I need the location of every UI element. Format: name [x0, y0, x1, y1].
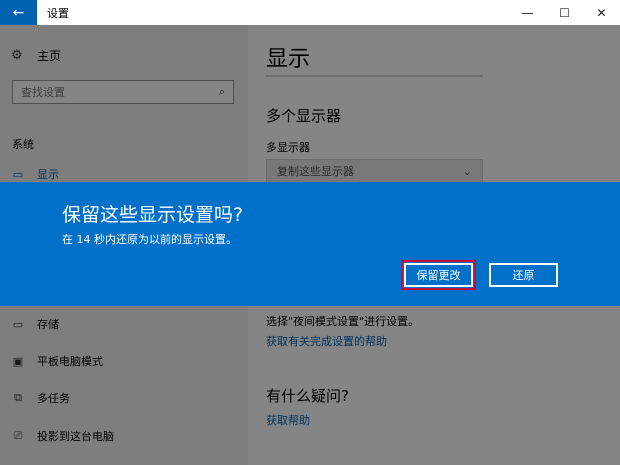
close-icon: ✕: [596, 5, 607, 20]
window-title: 设置: [47, 6, 69, 20]
maximize-icon: ☐: [559, 5, 570, 20]
arrow-left-icon: ←: [12, 4, 25, 21]
title-bar: ← 设置 — ☐ ✕: [0, 0, 620, 25]
minimize-button[interactable]: —: [509, 0, 546, 25]
close-button[interactable]: ✕: [583, 0, 620, 25]
revert-button[interactable]: 还原: [489, 263, 558, 287]
dialog-subtitle: 在 14 秒内还原为以前的显示设置。: [62, 233, 237, 246]
keep-display-settings-dialog: 保留这些显示设置吗? 在 14 秒内还原为以前的显示设置。 保留更改 还原: [0, 182, 620, 306]
dialog-title: 保留这些显示设置吗?: [62, 204, 244, 226]
keep-changes-button[interactable]: 保留更改: [401, 260, 476, 290]
window-controls: — ☐ ✕: [509, 0, 620, 25]
minimize-icon: —: [521, 5, 534, 20]
back-button[interactable]: ←: [0, 0, 37, 25]
maximize-button[interactable]: ☐: [546, 0, 583, 25]
